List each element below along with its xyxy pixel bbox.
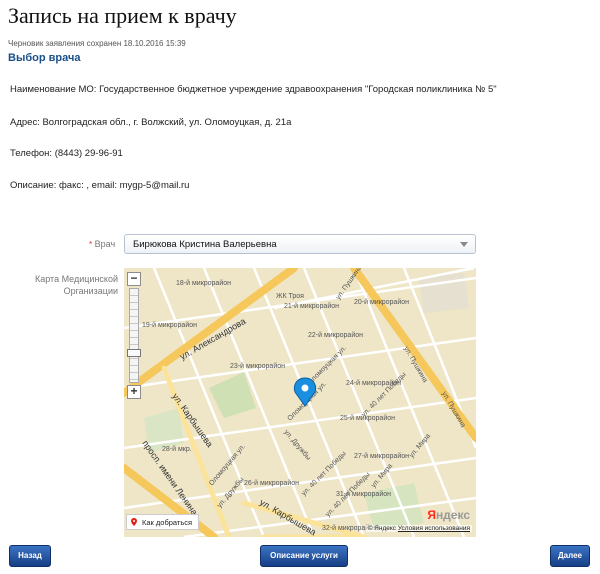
doctor-label-text: Врач bbox=[94, 239, 116, 249]
map-label: 23-й микрорайон bbox=[230, 362, 285, 370]
copyright-text: © Яндекс bbox=[367, 525, 397, 532]
map-label: 20-й микрорайон bbox=[354, 298, 409, 306]
clinic-map[interactable]: 18-й микрорайон ЖК Троя 21-й микрорайон … bbox=[124, 268, 476, 537]
route-label: Как добраться bbox=[142, 517, 193, 527]
chevron-down-icon[interactable] bbox=[460, 242, 468, 247]
yandex-logo: Яндекс bbox=[427, 508, 470, 522]
map-label: ЖК Троя bbox=[276, 293, 304, 300]
map-label: Карта Медицинской Организации bbox=[31, 273, 118, 297]
zoom-in-button[interactable]: + bbox=[127, 385, 141, 399]
map-label: 28-й мкр. bbox=[162, 445, 192, 453]
terms-link[interactable]: Условия использования bbox=[398, 525, 470, 532]
map-label-line1: Карта Медицинской bbox=[35, 274, 118, 284]
next-button[interactable]: Далее bbox=[550, 545, 590, 567]
map-label: 19-й микрорайон bbox=[142, 321, 197, 329]
section-title: Выбор врача bbox=[8, 52, 81, 64]
page-title: Запись на прием к врачу bbox=[8, 3, 237, 28]
map-label: 26-й микрорайон bbox=[244, 479, 299, 487]
clinic-description: Описание: факс: , email: mygp-5@mail.ru bbox=[10, 180, 190, 191]
map-label-line2: Организации bbox=[63, 286, 118, 296]
doctor-select-value: Бирюкова Кристина Валерьевна bbox=[133, 239, 277, 250]
zoom-slider[interactable] bbox=[129, 288, 139, 383]
doctor-select[interactable]: Бирюкова Кристина Валерьевна bbox=[124, 234, 476, 254]
clinic-phone: Телефон: (8443) 29-96-91 bbox=[10, 148, 123, 159]
map-label: 27-й микрорайон bbox=[354, 452, 409, 460]
back-button[interactable]: Назад bbox=[9, 545, 51, 567]
service-description-button[interactable]: Описание услуги bbox=[260, 545, 348, 567]
map-attribution: © Яндекс Условия использования bbox=[365, 525, 472, 532]
map-label: 22-й микрорайон bbox=[308, 331, 363, 339]
required-mark: * bbox=[89, 240, 93, 249]
map-pin-icon bbox=[131, 518, 137, 526]
map-label: 21-й микрорайон bbox=[284, 302, 339, 310]
doctor-label: * Врач bbox=[89, 239, 115, 249]
zoom-control[interactable]: − + bbox=[127, 272, 141, 399]
zoom-out-button[interactable]: − bbox=[127, 272, 141, 286]
draft-saved-note: Черновик заявления сохранен 18.10.2016 1… bbox=[8, 39, 186, 48]
clinic-address: Адрес: Волгоградская обл., г. Волжский, … bbox=[10, 117, 292, 128]
zoom-slider-thumb[interactable] bbox=[127, 348, 141, 357]
map-canvas[interactable]: 18-й микрорайон ЖК Троя 21-й микрорайон … bbox=[124, 268, 476, 537]
clinic-name: Наименование МО: Государственное бюджетн… bbox=[10, 84, 497, 95]
route-button[interactable]: Как добраться bbox=[126, 514, 200, 530]
map-label: 18-й микрорайон bbox=[176, 279, 231, 287]
